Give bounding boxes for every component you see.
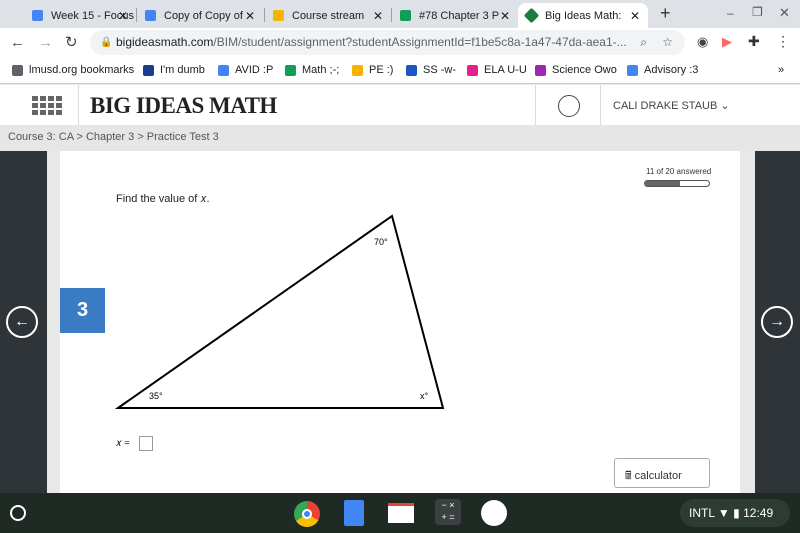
close-window-icon[interactable]: ✕ <box>779 5 790 21</box>
close-tab-icon[interactable]: ✕ <box>118 9 128 23</box>
bookmark-icon <box>352 64 363 76</box>
chevron-down-icon: ⌄ <box>720 100 730 112</box>
prev-question-button[interactable]: ← <box>6 306 38 338</box>
close-tab-icon[interactable]: ✕ <box>500 9 510 23</box>
app-icon[interactable] <box>481 500 507 526</box>
next-panel: → <box>755 151 800 493</box>
back-icon[interactable]: ← <box>10 34 25 51</box>
bookmark-item[interactable]: lmusd.org bookmarks <box>12 64 134 76</box>
calculator-app-icon[interactable]: − × + = <box>435 499 461 525</box>
shelf: − × + = INTL ▼ ▮ 12:49 <box>0 493 800 533</box>
reload-icon[interactable]: ↻ <box>65 33 78 51</box>
bookmark-item[interactable]: SS -w- <box>406 64 456 76</box>
docs-icon <box>145 10 156 21</box>
bookmark-item[interactable]: Science Owo <box>535 64 617 76</box>
new-tab-icon[interactable]: + <box>660 3 671 24</box>
bookmark-icon <box>627 64 638 76</box>
close-tab-icon[interactable]: ✕ <box>373 9 383 23</box>
prev-panel: ← <box>0 151 47 493</box>
logo: BIG IDEAS MATH <box>90 93 277 118</box>
bookmark-item[interactable]: Advisory :3 <box>627 64 698 76</box>
classroom-icon <box>273 10 284 21</box>
tab-4-active[interactable]: Big Ideas Math: ✕ <box>518 3 648 28</box>
next-question-button[interactable]: → <box>761 306 793 338</box>
timer-icon[interactable] <box>558 95 580 117</box>
classroom-icon <box>32 10 43 21</box>
puzzle-icon[interactable]: ✚ <box>748 33 760 50</box>
menu-icon[interactable]: ⋮ <box>776 33 790 50</box>
breadcrumb: Course 3: CA > Chapter 3 > Practice Test… <box>0 125 800 151</box>
angle-left: 35° <box>149 391 163 401</box>
bookmark-icon <box>12 64 23 76</box>
tab-0[interactable]: Week 15 - Focus ✕ <box>24 3 136 28</box>
chrome-icon[interactable] <box>294 501 320 527</box>
bookmark-item[interactable]: AVID :P <box>218 64 273 76</box>
lock-icon: 🔒 <box>100 37 113 48</box>
angle-top: 70° <box>374 237 388 247</box>
restore-icon[interactable]: ❐ <box>752 5 763 19</box>
app-header: BIG IDEAS MATH CALI DRAKE STAUB ⌄ <box>0 85 800 125</box>
bookmark-item[interactable]: ELA U-U <box>467 64 527 76</box>
bookmark-item[interactable]: I'm dumb <box>143 64 205 76</box>
tab-3[interactable]: #78 Chapter 3 P ✕ <box>392 3 518 28</box>
triangle <box>114 214 445 409</box>
battery-icon: ▮ <box>733 506 740 520</box>
more-bookmarks-icon[interactable]: » <box>778 64 784 76</box>
close-tab-icon[interactable]: ✕ <box>630 9 640 23</box>
bookmark-icon <box>218 64 229 76</box>
address-bar[interactable]: 🔒 bigideasmath.com/BIM/student/assignmen… <box>90 30 685 55</box>
bookmark-icon <box>467 64 478 76</box>
launcher-icon[interactable] <box>10 505 26 521</box>
forward-icon[interactable]: → <box>38 34 53 51</box>
minimize-icon[interactable]: – <box>727 6 734 20</box>
tab-1[interactable]: Copy of Copy of ✕ <box>137 3 263 28</box>
bookmark-item[interactable]: Math ;-; <box>285 64 339 76</box>
extension-icon[interactable]: ▶ <box>722 34 732 50</box>
calculator-icon: 🖩 <box>625 470 632 482</box>
bookmark-icon <box>285 64 296 76</box>
tab-strip: Week 15 - Focus ✕ Copy of Copy of ✕ Course… <box>0 0 800 28</box>
apps-grid-icon[interactable] <box>32 95 64 115</box>
gmail-icon[interactable] <box>388 503 414 523</box>
big-ideas-icon <box>523 7 540 24</box>
bookmarks-bar: lmusd.org bookmarks I'm dumb AVID :P Math ;… <box>0 58 800 84</box>
close-tab-icon[interactable]: ✕ <box>245 9 255 23</box>
bookmark-icon <box>143 64 154 76</box>
question-card: 11 of 20 answered Find the value of 𝑥. 7… <box>60 151 740 493</box>
calculator-button[interactable]: 🖩 calculator <box>614 458 710 488</box>
bookmark-item[interactable]: PE :) <box>352 64 393 76</box>
triangle-figure <box>114 214 445 409</box>
docs-icon[interactable] <box>344 500 364 526</box>
vpn-extension-icon[interactable]: ◉ <box>697 34 708 50</box>
question-number: 3 <box>60 288 105 333</box>
answer-label: 𝑥 = <box>116 438 130 449</box>
search-icon[interactable]: ⌕ <box>640 30 647 55</box>
user-menu[interactable]: CALI DRAKE STAUB ⌄ <box>613 99 730 112</box>
bookmark-icon <box>406 64 417 76</box>
bookmark-star-icon[interactable]: ☆ <box>662 30 673 55</box>
bookmark-icon <box>535 64 546 76</box>
angle-right: x° <box>420 391 429 401</box>
wifi-icon: ▼ <box>717 506 730 520</box>
status-tray[interactable]: INTL ▼ ▮ 12:49 <box>680 499 790 527</box>
answer-input[interactable] <box>139 436 153 451</box>
tab-2[interactable]: Course stream ✕ <box>265 3 391 28</box>
classroom-icon <box>400 10 411 21</box>
